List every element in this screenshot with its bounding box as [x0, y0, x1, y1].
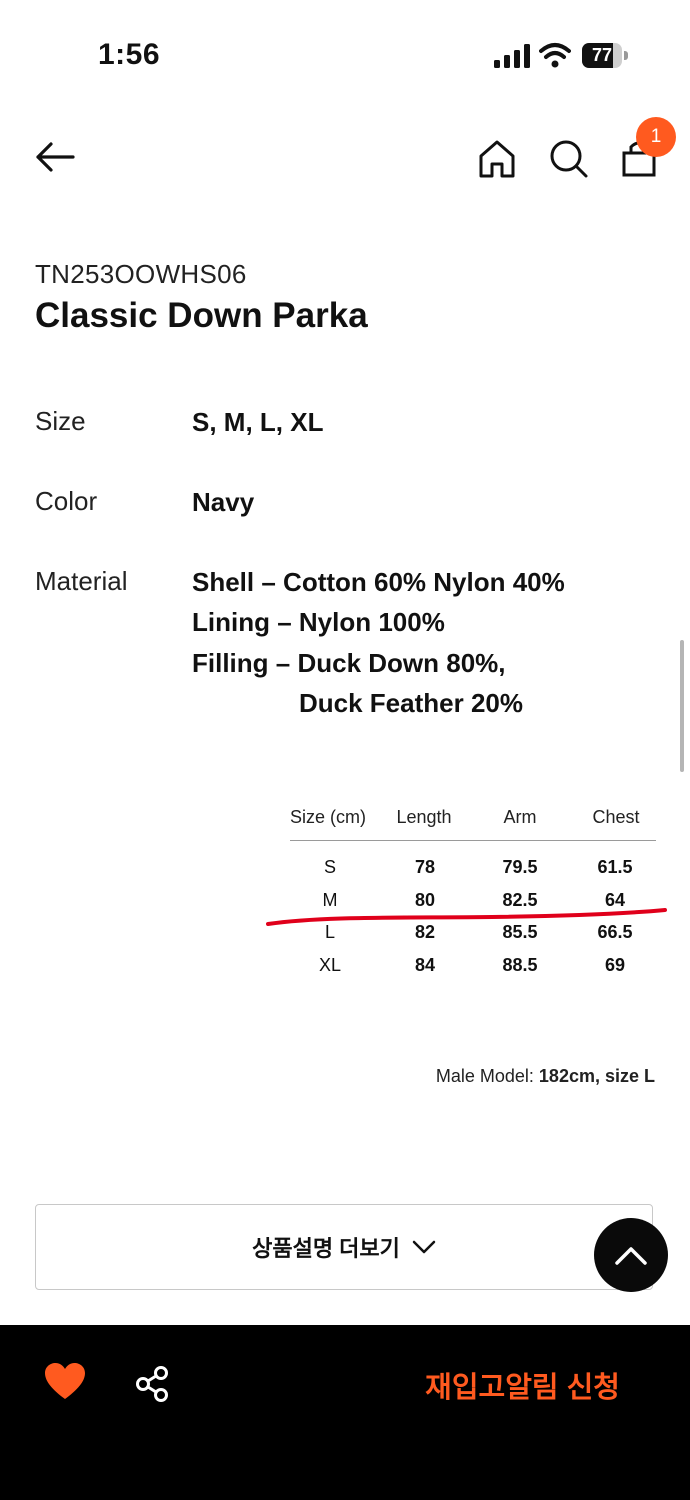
size-label: Size: [35, 406, 86, 436]
table-cell-arm: 88.5: [502, 955, 538, 975]
color-value: Navy: [192, 487, 255, 517]
table-cell-size: XL: [318, 955, 342, 975]
table-cell-arm: 79.5: [502, 857, 538, 877]
red-underline-annotation: [266, 908, 667, 926]
chevron-up-icon: [615, 1247, 647, 1265]
model-info-detail: 182cm, size L: [538, 1066, 655, 1086]
product-title: Classic Down Parka: [35, 296, 368, 335]
battery-icon: 77: [582, 43, 628, 68]
search-icon[interactable]: [546, 137, 590, 181]
arrow-left-icon[interactable]: [33, 135, 77, 179]
wifi-icon: [539, 43, 571, 68]
status-time: 1:56: [98, 38, 161, 71]
share-icon[interactable]: [134, 1365, 172, 1403]
table-cell-length: 78: [414, 857, 436, 877]
cart-count-badge: 1: [636, 117, 676, 157]
battery-percent: 77: [591, 45, 613, 65]
scroll-to-top-button[interactable]: [594, 1218, 668, 1292]
color-label: Color: [35, 486, 98, 516]
restock-alert-button[interactable]: 재입고알림 신청: [425, 1364, 620, 1406]
view-more-label: 상품설명 더보기: [252, 1236, 400, 1261]
home-icon[interactable]: [475, 137, 519, 181]
size-value: S, M, L, XL: [192, 407, 324, 437]
table-header-chest: Chest: [592, 807, 640, 827]
scrollbar[interactable]: [680, 640, 684, 772]
chevron-down-icon: [412, 1240, 436, 1254]
view-more-description-button[interactable]: 상품설명 더보기: [35, 1204, 653, 1290]
material-line: Duck Feather 20%: [299, 688, 523, 718]
heart-icon[interactable]: [45, 1363, 85, 1401]
material-line: Lining – Nylon 100%: [192, 607, 445, 637]
table-cell-size: S: [323, 857, 336, 877]
table-divider: [290, 840, 656, 841]
table-cell-chest: 61.5: [597, 857, 633, 877]
table-header-arm: Arm: [503, 807, 537, 827]
bottom-action-bar: [0, 1325, 690, 1500]
material-line: Filling – Duck Down 80%,: [192, 648, 506, 678]
table-header-size: Size (cm): [290, 807, 366, 827]
product-code: TN253OOWHS06: [35, 259, 247, 289]
model-info: Male Model: 182cm, size L: [436, 1066, 655, 1087]
model-info-prefix: Male Model:: [435, 1066, 534, 1086]
cellular-signal-icon: [494, 44, 530, 68]
table-cell-length: 84: [414, 955, 436, 975]
table-header-length: Length: [396, 807, 452, 827]
material-line: Shell – Cotton 60% Nylon 40%: [192, 567, 565, 597]
material-label: Material: [35, 566, 128, 596]
table-cell-chest: 69: [604, 955, 626, 975]
